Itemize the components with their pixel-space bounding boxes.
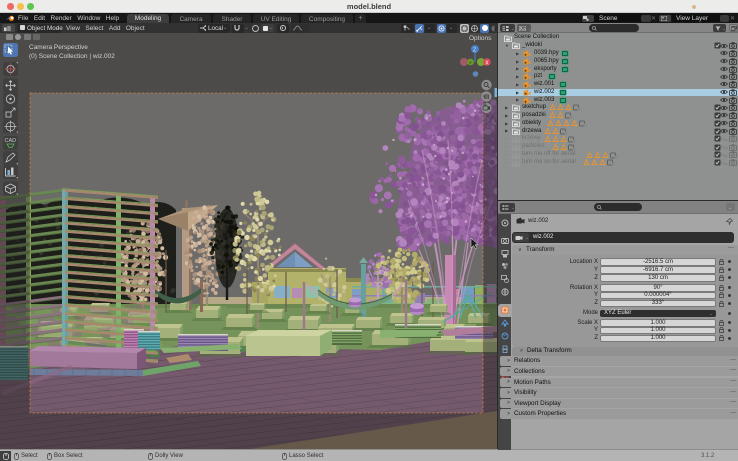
svg-text:CAD: CAD	[5, 138, 17, 144]
svg-text:⌄: ⌄	[488, 36, 492, 42]
svg-text:Camera Perspective: Camera Perspective	[29, 44, 88, 51]
svg-text:(0) Scene Collection | wiz.002: (0) Scene Collection | wiz.002	[29, 53, 115, 60]
